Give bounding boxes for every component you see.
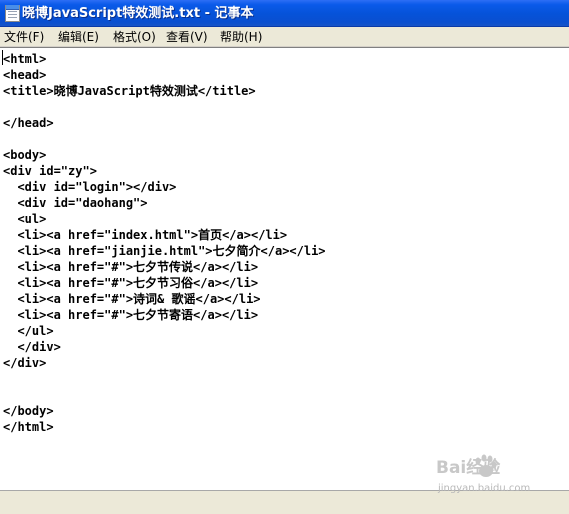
watermark-url: jingyan.baidu.com xyxy=(438,483,531,494)
code-line: </body> xyxy=(3,404,54,418)
notepad-icon[interactable] xyxy=(5,5,20,22)
text-editor[interactable]: <html> <head> <title>晓博JavaScript特效测试</t… xyxy=(0,47,569,490)
code-line: </head> xyxy=(3,116,54,130)
code-line: <div id="daohang"> xyxy=(3,196,148,210)
window-title: 晓博JavaScript特效测试.txt - 记事本 xyxy=(22,6,254,21)
code-line: <title>晓博JavaScript特效测试</title> xyxy=(3,84,256,98)
baidu-paw-icon: Bai经验 xyxy=(436,454,501,478)
code-line: <li><a href="#">七夕节传说</a></li> xyxy=(3,260,259,274)
baidu-jingyan-watermark: Bai经验 jingyan.baidu.com xyxy=(434,452,566,496)
menu-bar: 文件(F) 编辑(E) 格式(O) 查看(V) 帮助(H) xyxy=(0,27,569,47)
code-line: </ul> xyxy=(3,324,54,338)
menu-format[interactable]: 格式(O) xyxy=(113,29,156,45)
code-line: <head> xyxy=(3,68,47,82)
code-line: <ul> xyxy=(3,212,47,226)
code-line: <li><a href="#">七夕节习俗</a></li> xyxy=(3,276,259,290)
code-line: </div> xyxy=(3,340,61,354)
menu-help[interactable]: 帮助(H) xyxy=(220,29,262,45)
code-line: <li><a href="#">诗词& 歌谣</a></li> xyxy=(3,292,261,306)
code-line: </html> xyxy=(3,420,54,434)
code-line: <li><a href="#">七夕节寄语</a></li> xyxy=(3,308,259,322)
menu-edit[interactable]: 编辑(E) xyxy=(58,29,99,45)
code-line: <div id="zy"> xyxy=(3,164,97,178)
code-line: <html> xyxy=(3,52,47,66)
code-line: <body> xyxy=(3,148,47,162)
code-line: </div> xyxy=(3,356,47,370)
code-line: <div id="login"></div> xyxy=(3,180,177,194)
menu-view[interactable]: 查看(V) xyxy=(166,29,208,45)
menu-file[interactable]: 文件(F) xyxy=(4,29,44,45)
code-line: <li><a href="index.html">首页</a></li> xyxy=(3,228,288,242)
code-line: <li><a href="jianjie.html">七夕简介</a></li> xyxy=(3,244,326,258)
title-bar[interactable]: 晓博JavaScript特效测试.txt - 记事本 xyxy=(0,0,569,27)
